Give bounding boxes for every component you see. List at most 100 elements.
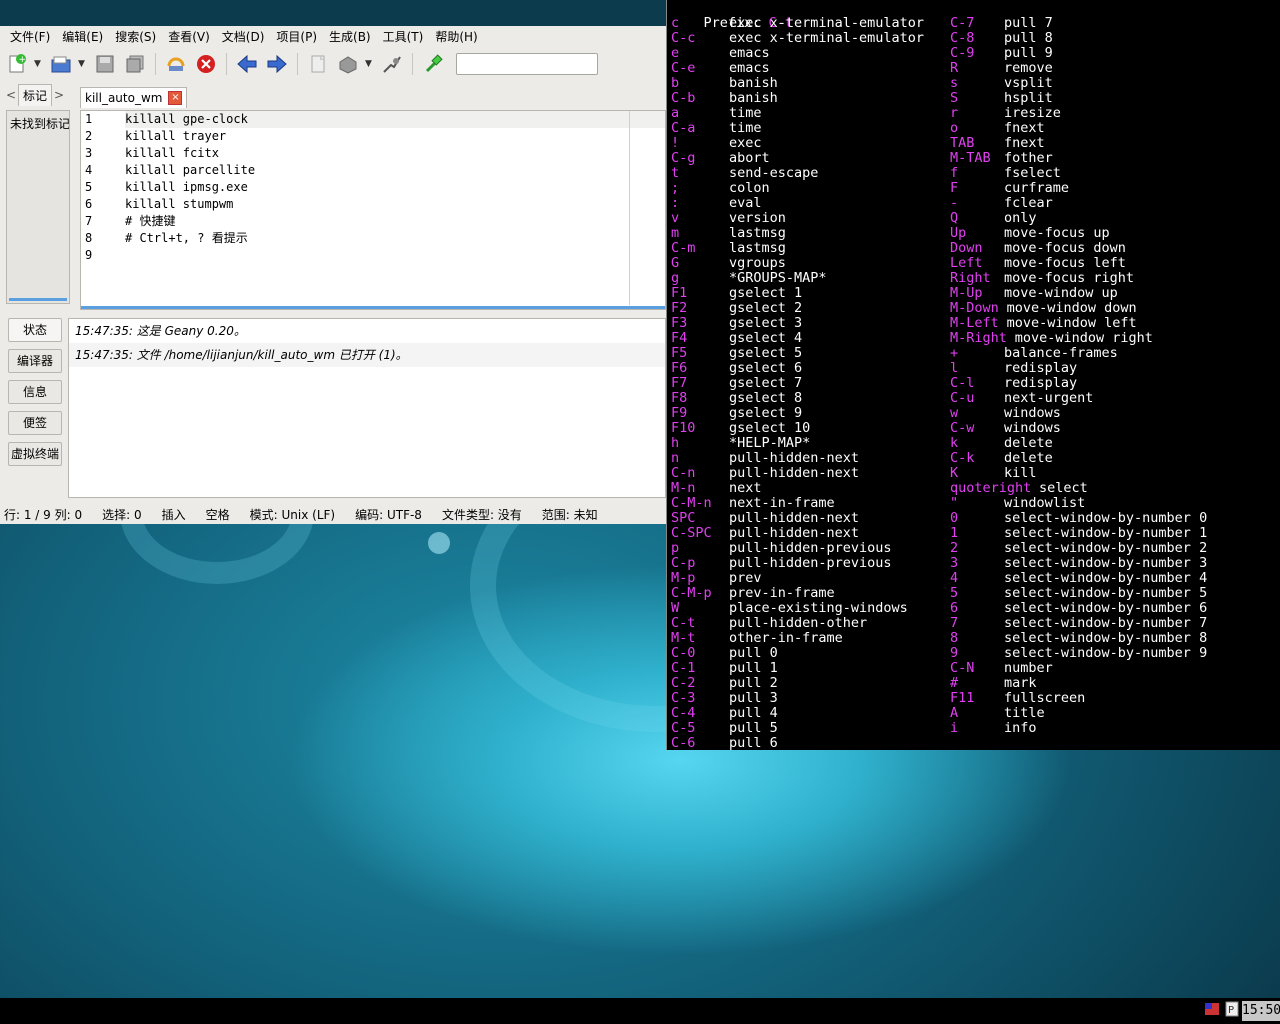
code-line[interactable]: # 快捷键 bbox=[125, 213, 665, 230]
code-line[interactable]: killall gpe-clock bbox=[125, 111, 665, 128]
binding-key: F3 bbox=[671, 315, 688, 331]
binding-command: fnext bbox=[1004, 135, 1045, 151]
binding-command: gselect 4 bbox=[729, 330, 803, 346]
binding-key: 1 bbox=[950, 525, 959, 541]
code-line[interactable]: killall trayer bbox=[125, 128, 665, 145]
binding-command: *HELP-MAP* bbox=[729, 435, 811, 451]
run-button[interactable] bbox=[379, 51, 405, 77]
binding-key: C-7 bbox=[950, 15, 975, 31]
line-ending-mode: 模式: Unix (LF) bbox=[249, 507, 336, 522]
file-type: 文件类型: 没有 bbox=[441, 507, 522, 522]
editor-scrollbar[interactable] bbox=[81, 306, 665, 309]
revert-button[interactable] bbox=[163, 51, 189, 77]
clipboard-icon[interactable]: P bbox=[1224, 1001, 1240, 1017]
binding-key: C-2 bbox=[671, 675, 696, 691]
chevron-down-icon[interactable]: ▼ bbox=[78, 59, 88, 69]
back-button[interactable] bbox=[234, 51, 260, 77]
log-line: 15:47:35: 文件 /home/lijianjun/kill_auto_w… bbox=[69, 343, 665, 367]
line-number: 5 bbox=[85, 180, 93, 194]
binding-command: mark bbox=[1004, 675, 1037, 691]
arrow-left-icon bbox=[237, 54, 257, 74]
binding-command: remove bbox=[1004, 60, 1053, 76]
sidebar-scrollbar[interactable] bbox=[9, 298, 67, 301]
binding-key: Q bbox=[950, 210, 959, 226]
binding-command: pull-hidden-other bbox=[729, 615, 868, 631]
line-number: 7 bbox=[85, 214, 93, 228]
code-line[interactable]: killall stumpwm bbox=[125, 196, 665, 213]
binding-command: select-window-by-number 1 bbox=[1004, 525, 1208, 541]
log-line: 15:47:35: 这是 Geany 0.20。 bbox=[75, 324, 246, 338]
binding-key: b bbox=[671, 75, 680, 91]
close-tab-icon[interactable]: × bbox=[168, 91, 183, 105]
binding-key: C-k bbox=[950, 450, 975, 466]
save-all-button[interactable] bbox=[122, 51, 148, 77]
code-line[interactable] bbox=[125, 247, 665, 264]
binding-command: select-window-by-number 0 bbox=[1004, 510, 1208, 526]
binding-command: pull 1 bbox=[729, 660, 778, 676]
code-line[interactable]: killall parcellite bbox=[125, 162, 665, 179]
menu-view[interactable]: 查看(V) bbox=[162, 26, 216, 48]
line-number-gutter: 1 2 3 4 5 6 7 8 9 bbox=[81, 111, 121, 305]
binding-key: f bbox=[950, 165, 959, 181]
binding-key: Up bbox=[950, 225, 967, 241]
close-file-button[interactable] bbox=[193, 51, 219, 77]
tab-symbols[interactable]: 标记 bbox=[18, 84, 53, 106]
menu-help[interactable]: 帮助(H) bbox=[429, 26, 483, 48]
tab-compiler[interactable]: 编译器 bbox=[8, 349, 62, 373]
compile-button[interactable] bbox=[305, 51, 331, 77]
menubar: 文件(F) 编辑(E) 搜索(S) 查看(V) 文档(D) 项目(P) 生成(B… bbox=[0, 26, 666, 48]
open-file-button[interactable] bbox=[48, 51, 74, 77]
tab-terminal[interactable]: 虚拟终端 bbox=[8, 442, 62, 466]
code-line[interactable]: killall fcitx bbox=[125, 145, 665, 162]
code-line[interactable]: killall ipmsg.exe bbox=[125, 179, 665, 196]
revert-icon bbox=[167, 57, 185, 71]
menu-tools[interactable]: 工具(T) bbox=[377, 26, 430, 48]
binding-key: C-l bbox=[950, 375, 975, 391]
binding-command: select bbox=[1039, 480, 1088, 496]
indent-mode: 空格 bbox=[205, 507, 230, 522]
menu-build[interactable]: 生成(B) bbox=[323, 26, 377, 48]
binding-command: time bbox=[729, 120, 762, 136]
chevron-right-icon[interactable]: > bbox=[52, 88, 66, 102]
code-editor[interactable]: 1 2 3 4 5 6 7 8 9 killall gpe-clock kill… bbox=[80, 110, 666, 310]
binding-command: pull 4 bbox=[729, 705, 778, 721]
new-file-button[interactable]: + bbox=[4, 51, 30, 77]
tab-status[interactable]: 状态 bbox=[8, 318, 62, 342]
binding-key: A bbox=[950, 705, 959, 721]
binding-command: pull 5 bbox=[729, 720, 778, 736]
binding-key: F11 bbox=[950, 690, 975, 706]
menu-document[interactable]: 文档(D) bbox=[216, 26, 271, 48]
menu-search[interactable]: 搜索(S) bbox=[109, 26, 162, 48]
symbol-list[interactable]: 未找到标记 bbox=[6, 110, 70, 304]
menu-file[interactable]: 文件(F) bbox=[4, 26, 56, 48]
toolbar-separator bbox=[226, 53, 227, 75]
status-log[interactable]: 15:47:35: 这是 Geany 0.20。 15:47:35: 文件 /h… bbox=[68, 318, 666, 498]
tab-kill-auto-wm[interactable]: kill_auto_wm × bbox=[80, 87, 188, 108]
tab-messages[interactable]: 信息 bbox=[8, 380, 62, 404]
binding-key: M-Down bbox=[950, 300, 999, 316]
clock[interactable]: 15:50 bbox=[1242, 1001, 1280, 1021]
symbol-sidebar: < 标记 > 未找到标记 bbox=[4, 84, 70, 306]
binding-key: F6 bbox=[671, 360, 688, 376]
chevron-left-icon[interactable]: < bbox=[4, 88, 18, 102]
tab-scribble[interactable]: 便签 bbox=[8, 411, 62, 435]
binding-command: next bbox=[729, 480, 762, 496]
binding-key: a bbox=[671, 105, 680, 121]
binding-key: i bbox=[950, 720, 959, 736]
editor-tabs: kill_auto_wm × bbox=[80, 84, 666, 108]
search-input[interactable] bbox=[456, 53, 598, 75]
menu-project[interactable]: 项目(P) bbox=[270, 26, 323, 48]
color-chooser-button[interactable] bbox=[420, 51, 446, 77]
binding-command: delete bbox=[1004, 450, 1053, 466]
code-line[interactable]: # Ctrl+t, ? 看提示 bbox=[125, 230, 665, 247]
code-text[interactable]: killall gpe-clock killall trayer killall… bbox=[125, 111, 665, 305]
forward-button[interactable] bbox=[264, 51, 290, 77]
binding-command: move-window left bbox=[1006, 315, 1137, 331]
chevron-down-icon[interactable]: ▼ bbox=[34, 59, 44, 69]
build-button[interactable] bbox=[335, 51, 361, 77]
keyboard-flag-icon[interactable] bbox=[1204, 1001, 1220, 1017]
chevron-down-icon[interactable]: ▼ bbox=[365, 59, 375, 69]
menu-edit[interactable]: 编辑(E) bbox=[56, 26, 109, 48]
save-button[interactable] bbox=[92, 51, 118, 77]
binding-key: n bbox=[671, 450, 680, 466]
